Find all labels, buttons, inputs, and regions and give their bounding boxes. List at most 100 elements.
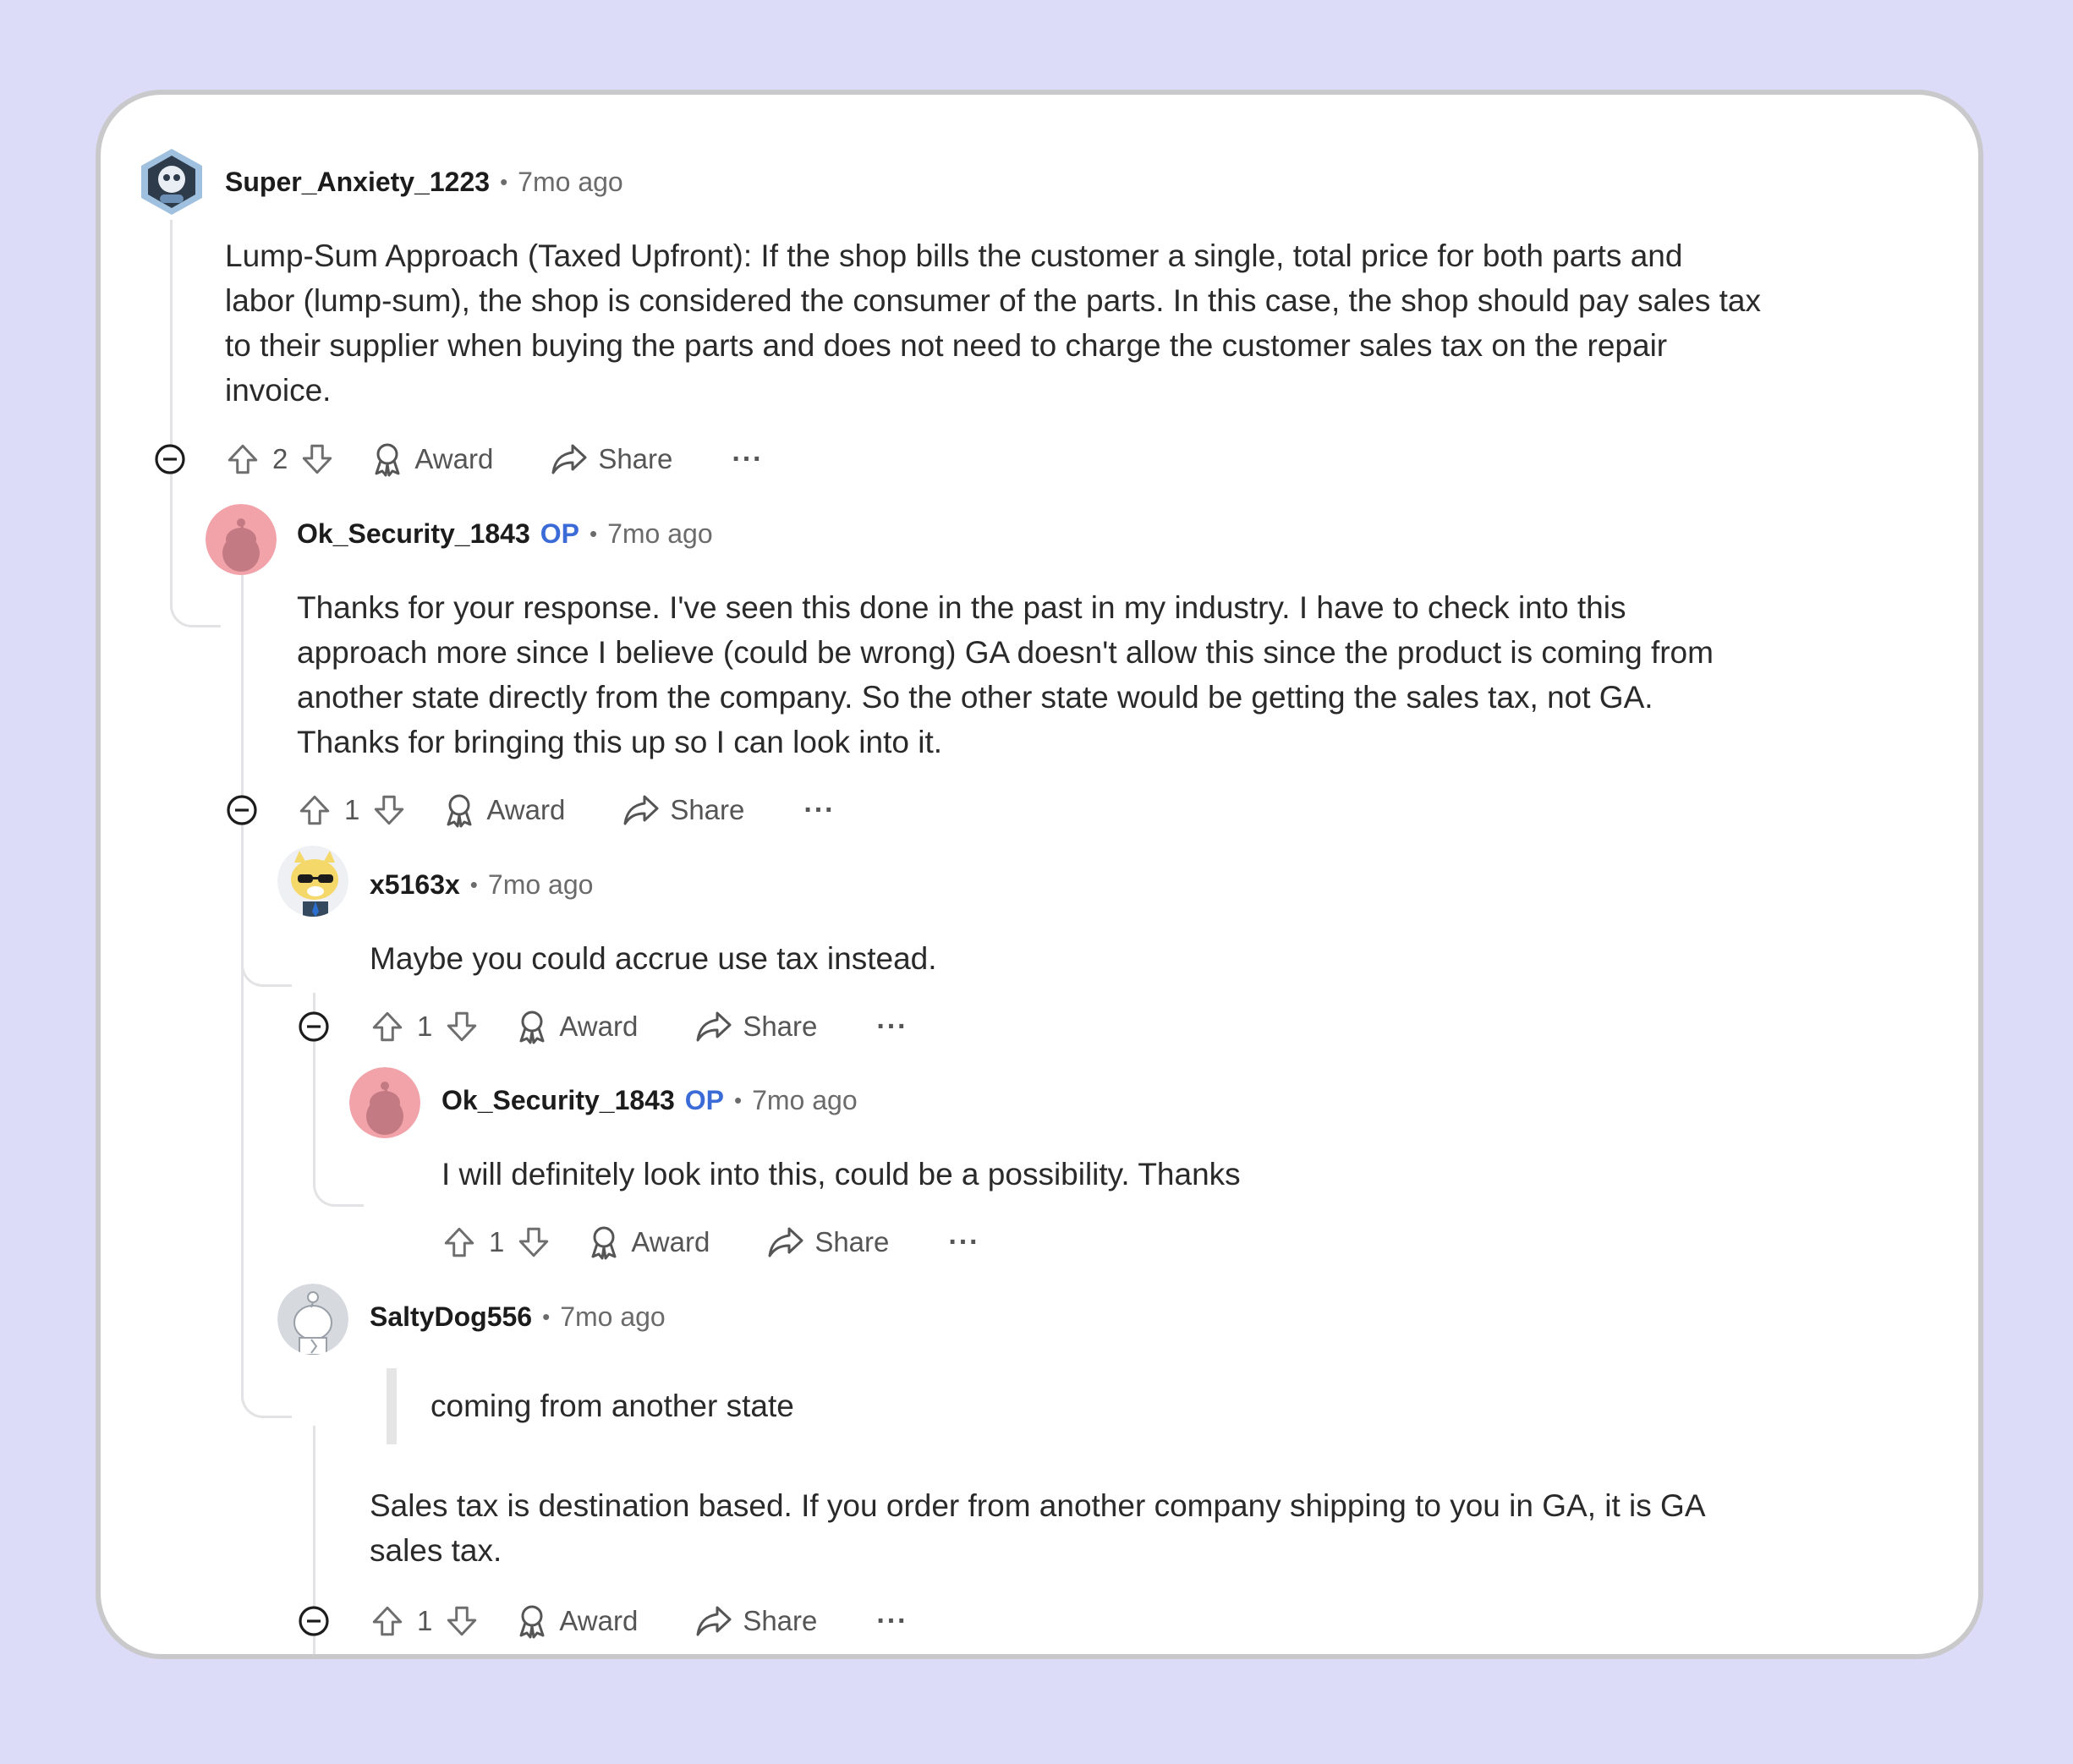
comment-header: Ok_Security_1843 OP • 7mo ago [297,512,713,555]
award-button[interactable]: Award [587,1224,710,1260]
avatar[interactable] [277,846,348,917]
upvote-icon[interactable] [370,1603,405,1639]
timestamp[interactable]: 7mo ago [560,1301,666,1333]
comment-actions: 1 Award Share ··· [297,785,835,835]
timestamp[interactable]: 7mo ago [518,167,623,198]
share-icon [696,1606,732,1636]
comment-text-line: labor (lump-sum), the shop is considered… [225,283,1761,318]
comment-header: SaltyDog556 • 7mo ago [370,1296,666,1338]
comment-text-line: sales tax. [370,1533,502,1568]
comment-header: Ok_Security_1843 OP • 7mo ago [441,1079,858,1121]
collapse-icon[interactable] [297,1604,331,1638]
comment-text-line: Maybe you could accrue use tax instead. [370,941,937,976]
more-options-icon[interactable]: ··· [732,443,763,476]
op-badge: OP [684,1084,724,1115]
award-icon [591,1226,617,1260]
more-options-icon[interactable]: ··· [876,1011,908,1044]
downvote-icon[interactable] [444,1603,480,1639]
comment-text-line: I will definitely look into this, could … [441,1157,1241,1192]
comment-body: Maybe you could accrue use tax instead. [370,936,1892,981]
share-icon [551,444,587,474]
timestamp[interactable]: 7mo ago [752,1085,858,1116]
award-label: Award [486,794,566,825]
comment-text-line: another state directly from the company.… [297,680,1653,715]
award-icon [447,794,472,828]
more-options-icon[interactable]: ··· [948,1226,979,1259]
comment-header: x5163x • 7mo ago [370,863,593,906]
share-icon [768,1227,803,1257]
thread-connector [241,940,292,1418]
share-label: Share [598,443,673,474]
comment-body: Thanks for your response. I've seen this… [297,585,1887,764]
author-username[interactable]: Ok_Security_1843 [441,1085,675,1116]
vote-count: 1 [417,1605,433,1636]
collapse-icon[interactable] [225,793,259,827]
award-button[interactable]: Award [442,792,565,828]
comment-text-line: Lump-Sum Approach (Taxed Upfront): If th… [225,238,1683,273]
award-icon [519,1011,545,1044]
share-icon [696,1011,732,1042]
comment-text-line: invoice. [225,373,332,408]
comment-actions: 2 Award Share ··· [225,434,763,485]
comment-body: I will definitely look into this, could … [441,1152,1879,1197]
downvote-icon[interactable] [516,1224,551,1260]
comment-actions: 1 Award Share ··· [370,1001,908,1052]
share-button[interactable]: Share [767,1225,889,1259]
share-button[interactable]: Share [551,442,672,476]
vote-count: 1 [489,1226,505,1257]
downvote-icon[interactable] [371,792,407,828]
award-button[interactable]: Award [515,1009,638,1044]
quoted-text: coming from another state [387,1368,794,1444]
author-username[interactable]: Ok_Security_1843 [297,518,530,550]
more-options-icon[interactable]: ··· [876,1605,908,1638]
comment-actions: 1 Award Share ··· [370,1596,908,1646]
share-label: Share [743,1011,818,1042]
vote-count: 1 [417,1011,433,1042]
more-options-icon[interactable]: ··· [803,794,835,827]
comment-text-line: approach more since I believe (could be … [297,635,1714,670]
award-icon [519,1605,545,1639]
avatar[interactable] [349,1067,420,1138]
author-username[interactable]: Super_Anxiety_1223 [225,167,490,198]
collapse-icon[interactable] [297,1010,331,1044]
upvote-icon[interactable] [297,792,332,828]
award-button[interactable]: Award [370,441,493,477]
avatar[interactable] [136,145,207,216]
share-label: Share [743,1605,818,1636]
timestamp[interactable]: 7mo ago [607,518,713,550]
separator-dot: • [500,168,508,194]
collapse-icon[interactable] [153,442,187,476]
award-label: Award [559,1011,639,1042]
share-button[interactable]: Share [695,1010,817,1044]
comment-text-line: to their supplier when buying the parts … [225,328,1668,363]
share-icon [623,795,659,825]
author-username[interactable]: x5163x [370,869,460,901]
avatar[interactable] [206,504,277,575]
comment-body: Sales tax is destination based. If you o… [370,1483,1892,1573]
upvote-icon[interactable] [441,1224,477,1260]
vote-count: 2 [272,443,288,474]
comment-text-line: Thanks for bringing this up so I can loo… [297,725,943,759]
avatar[interactable] [277,1284,348,1355]
comment-text-line: Thanks for your response. I've seen this… [297,590,1626,625]
comment-actions: 1 Award Share ··· [441,1217,979,1268]
award-label: Award [414,443,494,474]
separator-dot: • [542,1303,551,1329]
comment-body: Lump-Sum Approach (Taxed Upfront): If th… [225,233,1883,413]
share-button[interactable]: Share [622,793,744,827]
comment-header: Super_Anxiety_1223 • 7mo ago [225,161,623,203]
separator-dot: • [469,871,478,897]
separator-dot: • [733,1087,743,1113]
award-label: Award [559,1605,639,1636]
upvote-icon[interactable] [225,441,260,477]
author-username[interactable]: SaltyDog556 [370,1301,532,1333]
award-button[interactable]: Award [515,1603,638,1639]
share-button[interactable]: Share [695,1604,817,1638]
downvote-icon[interactable] [444,1009,480,1044]
op-badge: OP [540,518,579,549]
upvote-icon[interactable] [370,1009,405,1044]
award-icon [375,443,400,477]
comment-thread-card: Super_Anxiety_1223 • 7mo ago Lump-Sum Ap… [96,90,1983,1659]
timestamp[interactable]: 7mo ago [488,869,594,901]
downvote-icon[interactable] [299,441,335,477]
